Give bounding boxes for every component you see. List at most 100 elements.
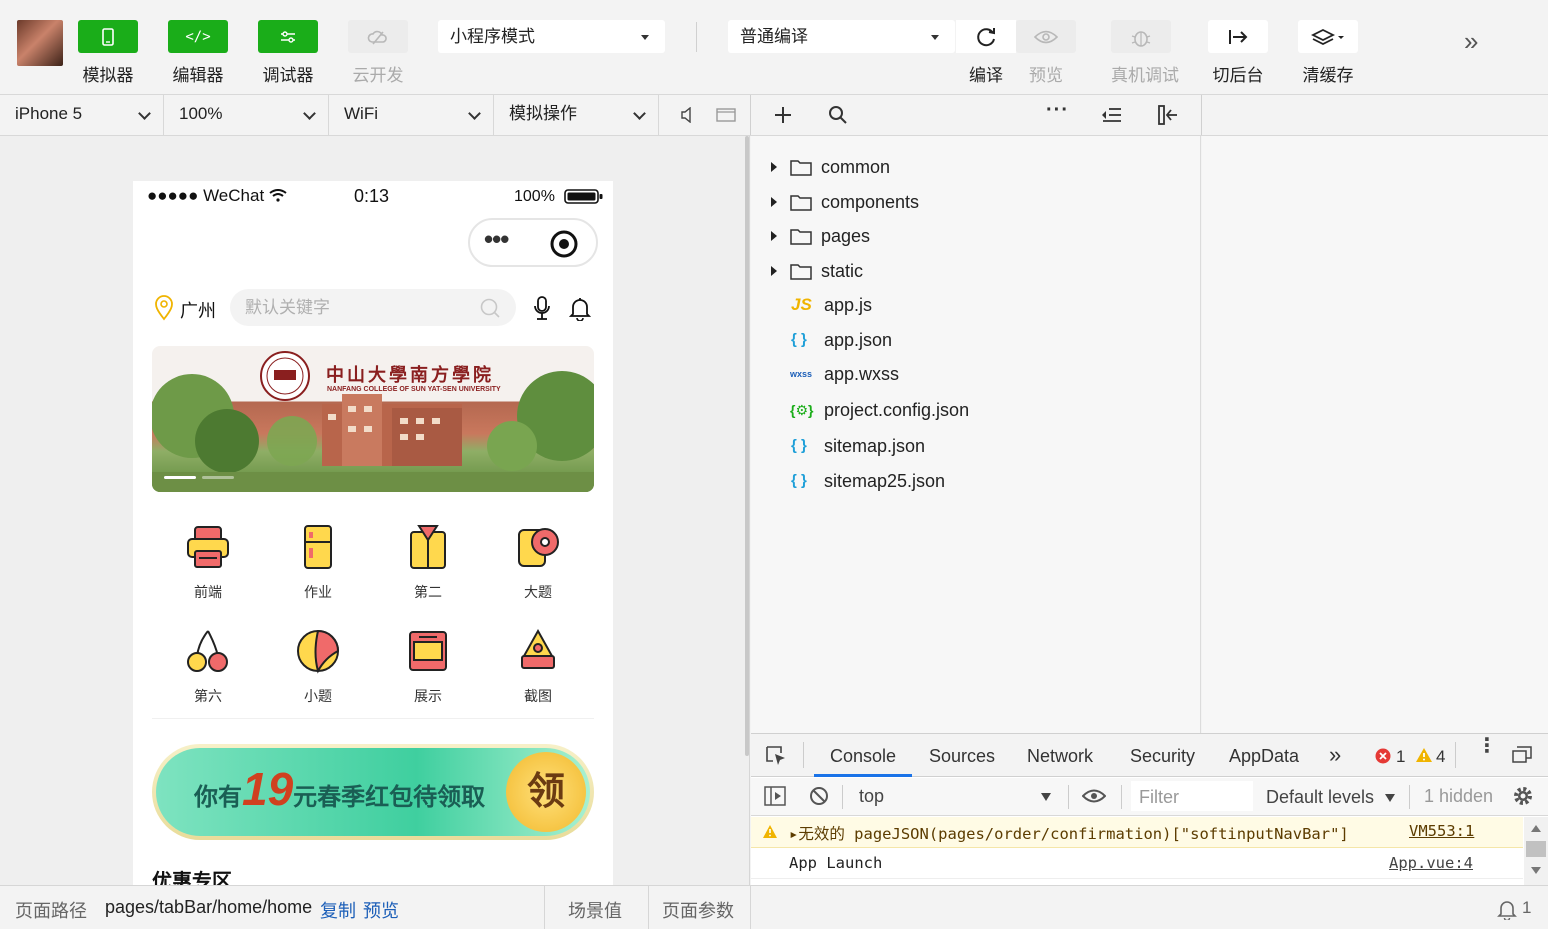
device-select[interactable]: iPhone 5: [0, 95, 164, 135]
preview-path-link[interactable]: 预览: [363, 897, 399, 923]
settings-gear-icon[interactable]: [1511, 784, 1535, 808]
battery-text: 100%: [514, 188, 555, 205]
compile-button[interactable]: 编译: [956, 20, 1016, 86]
category-item[interactable]: 展示: [373, 628, 483, 706]
folder-item[interactable]: common: [751, 152, 1201, 182]
file-item[interactable]: { } sitemap25.json: [751, 466, 1201, 496]
message-source-link[interactable]: App.vue:4: [1389, 854, 1473, 872]
red-packet-banner[interactable]: 你有19元春季红包待领取 领: [152, 744, 594, 840]
folder-item[interactable]: pages: [751, 221, 1201, 251]
tab-appdata[interactable]: AppData: [1229, 746, 1299, 767]
tab-sources[interactable]: Sources: [929, 746, 995, 767]
folder-item[interactable]: static: [751, 256, 1201, 286]
microphone-icon[interactable]: [532, 295, 552, 321]
status-divider: [544, 886, 545, 929]
scroll-up-icon[interactable]: [1531, 825, 1541, 832]
notification-bell-icon[interactable]: [1497, 898, 1517, 920]
search-icon[interactable]: [828, 105, 848, 125]
console-message-warning[interactable]: ▸无效的 pageJSON(pages/order/confirmation)[…: [751, 817, 1523, 848]
simulator-button[interactable]: 模拟器: [78, 20, 138, 86]
eye-icon[interactable]: [1082, 789, 1106, 803]
dock-icon[interactable]: [1512, 746, 1532, 764]
console-message-info[interactable]: App Launch App.vue:4: [751, 849, 1523, 879]
window-icon[interactable]: [716, 107, 736, 123]
search-input[interactable]: 默认关键字: [230, 289, 516, 326]
category-item[interactable]: 第六: [153, 628, 263, 706]
scroll-thumb[interactable]: [1526, 841, 1546, 857]
category-item[interactable]: 小题: [263, 628, 373, 706]
editor-area[interactable]: [1202, 136, 1548, 733]
context-select[interactable]: top: [851, 783, 1059, 811]
clear-console-icon[interactable]: [809, 786, 829, 806]
file-item[interactable]: JS app.js: [751, 290, 1201, 320]
scroll-down-icon[interactable]: [1531, 867, 1541, 874]
warning-count[interactable]: 4: [1436, 747, 1445, 767]
copy-path-link[interactable]: 复制: [320, 897, 356, 923]
compile-mode-select[interactable]: 普通编译: [728, 20, 955, 53]
file-item[interactable]: { } sitemap.json: [751, 431, 1201, 461]
more-tabs-icon[interactable]: »: [1329, 742, 1341, 768]
network-select[interactable]: WiFi: [329, 95, 494, 135]
bell-icon[interactable]: [569, 295, 591, 321]
banner-image[interactable]: 中山大學南方學院 NANFANG COLLEGE OF SUN YAT-SEN …: [152, 346, 594, 492]
error-count[interactable]: 1: [1396, 747, 1405, 767]
search-icon[interactable]: [479, 297, 501, 319]
red-packet-claim-button[interactable]: 领: [506, 752, 586, 832]
phone-screen[interactable]: ●●●●● WeChat 0:13 100% ••• 广州 默认关键字 中山大學…: [133, 181, 613, 885]
split-layout-icon[interactable]: [1157, 104, 1179, 126]
folder-icon: [790, 264, 812, 280]
add-file-icon[interactable]: [773, 105, 793, 125]
tab-console[interactable]: Console: [830, 746, 896, 767]
banner-subtitle: NANFANG COLLEGE OF SUN YAT-SEN UNIVERSIT…: [327, 386, 501, 393]
location-text[interactable]: 广州: [180, 297, 216, 323]
file-item[interactable]: { } app.json: [751, 325, 1201, 355]
filter-divider: [1121, 785, 1122, 809]
debugger-button[interactable]: 调试器: [258, 20, 318, 86]
scene-button[interactable]: 场景值: [568, 897, 622, 923]
category-item[interactable]: 作业: [263, 524, 373, 602]
background-button[interactable]: 切后台: [1208, 20, 1268, 86]
tab-network[interactable]: Network: [1027, 746, 1093, 767]
mini-program-capsule[interactable]: •••: [468, 218, 598, 267]
capsule-close-icon[interactable]: [550, 230, 578, 258]
user-avatar[interactable]: [17, 20, 63, 66]
category-item[interactable]: 截图: [483, 628, 593, 706]
file-item[interactable]: wxss app.wxss: [751, 359, 1201, 389]
category-item[interactable]: 第二: [373, 524, 483, 602]
page-params-button[interactable]: 页面参数: [662, 897, 734, 923]
simulate-select[interactable]: 模拟操作: [494, 95, 659, 135]
warning-icon: [1416, 748, 1432, 762]
sidebar-toggle-icon[interactable]: [764, 786, 786, 806]
scrollbar[interactable]: [745, 136, 749, 756]
cloud-label: 云开发: [352, 66, 404, 85]
category-item[interactable]: 大题: [483, 524, 593, 602]
chevron-down-icon: [633, 107, 646, 120]
filter-input[interactable]: Filter: [1131, 781, 1253, 811]
inspect-icon[interactable]: [765, 745, 789, 767]
more-tools-icon[interactable]: »: [1464, 26, 1478, 57]
editor-button[interactable]: </> 编辑器: [168, 20, 228, 86]
file-item[interactable]: {⚙} project.config.json: [751, 395, 1201, 425]
cloud-button[interactable]: 云开发: [348, 20, 408, 86]
tab-security[interactable]: Security: [1130, 746, 1195, 767]
notification-count[interactable]: 1: [1522, 898, 1531, 918]
clear-cache-button[interactable]: 清缓存: [1298, 20, 1358, 86]
simulator-label: 模拟器: [82, 66, 134, 85]
console-scrollbar[interactable]: [1524, 817, 1548, 885]
mode-select[interactable]: 小程序模式: [438, 20, 665, 53]
capsule-menu-icon[interactable]: •••: [484, 224, 509, 255]
category-item[interactable]: 前端: [153, 524, 263, 602]
preview-button[interactable]: 预览: [1016, 20, 1076, 86]
speaker-icon[interactable]: [680, 107, 694, 123]
file-explorer: common components pages static JS app.js …: [751, 136, 1201, 733]
file-name: project.config.json: [824, 400, 970, 420]
levels-select[interactable]: Default levels: [1265, 784, 1395, 810]
remote-debug-button[interactable]: 真机调试: [1111, 20, 1179, 86]
red-packet-text: 你有19元春季红包待领取: [194, 762, 485, 816]
kebab-menu-icon[interactable]: ⋮: [1477, 736, 1497, 756]
folder-item[interactable]: components: [751, 187, 1201, 217]
message-source-link[interactable]: VM553:1: [1409, 822, 1474, 840]
collapse-icon[interactable]: [1101, 106, 1123, 124]
more-icon[interactable]: ···: [1046, 99, 1069, 122]
zoom-select[interactable]: 100%: [164, 95, 329, 135]
